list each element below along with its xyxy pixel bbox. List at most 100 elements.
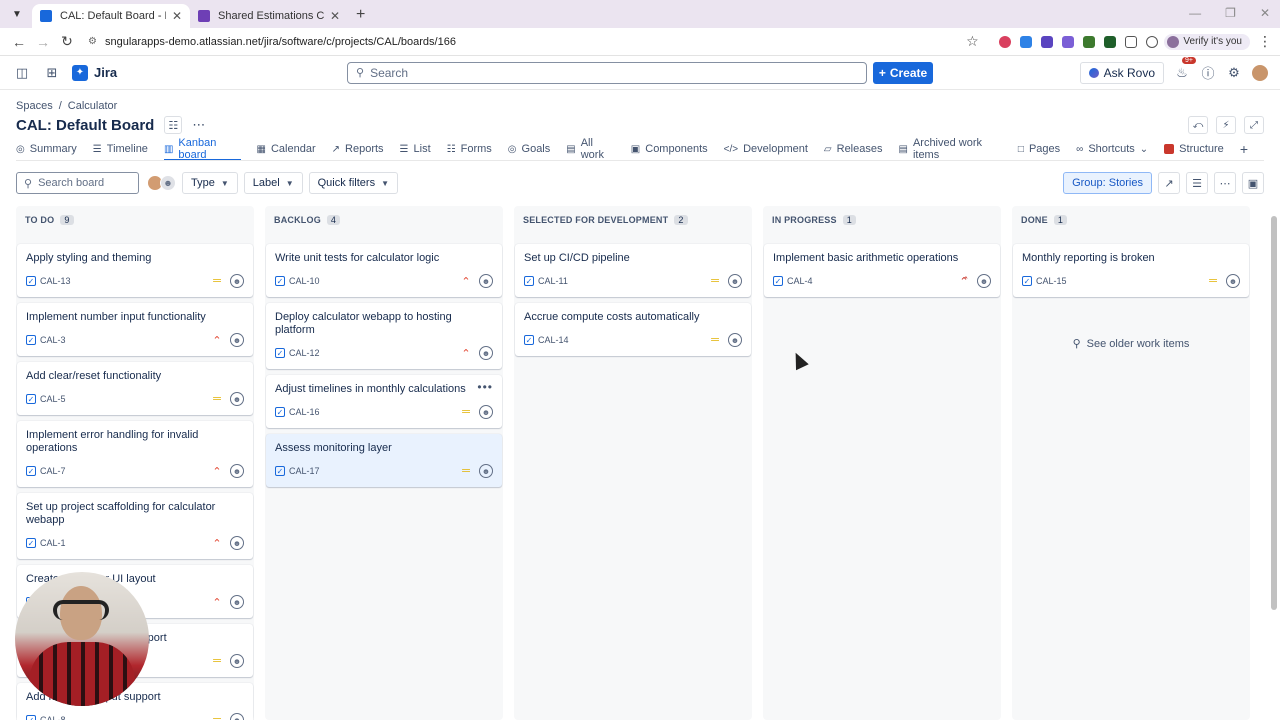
forward-icon[interactable]: → — [32, 34, 54, 50]
assignee-avatar-icon[interactable]: ☻ — [479, 464, 493, 478]
profile-verify-button[interactable]: Verify it's you — [1164, 33, 1250, 50]
tab-all-work[interactable]: ▤ All work — [566, 137, 615, 161]
tab-timeline[interactable]: ☰ Timeline — [93, 140, 148, 158]
url-field[interactable]: ⚙ sngularapps-demo.atlassian.net/jira/so… — [80, 31, 961, 53]
quick-filters-button[interactable]: Quick filters ▼ — [308, 172, 399, 194]
assignee-avatar-icon[interactable]: ☻ — [728, 333, 742, 347]
unassigned-avatar-icon[interactable]: ☻ — [160, 175, 176, 191]
issue-key[interactable]: CAL-4 — [787, 276, 813, 286]
tab-forms[interactable]: ☷ Forms — [447, 140, 492, 158]
close-window-icon[interactable]: ✕ — [1260, 6, 1270, 20]
work-item-card[interactable]: Set up project scaffolding for calculato… — [17, 493, 253, 559]
tab-pages[interactable]: □ Pages — [1018, 140, 1060, 158]
assignee-avatar-icon[interactable]: ☻ — [479, 274, 493, 288]
tab-calendar[interactable]: ▦ Calendar — [257, 140, 316, 158]
assignee-avatar-icon[interactable]: ☻ — [230, 536, 244, 550]
extension-icon[interactable] — [1020, 35, 1033, 48]
work-item-card[interactable]: Assess monitoring layer ✓ CAL-17 ═ ☻ — [266, 434, 502, 487]
close-tab-icon[interactable]: ✕ — [172, 9, 182, 23]
assignee-filter[interactable]: ☻ — [147, 175, 176, 191]
help-icon[interactable]: ⓘ — [1200, 63, 1216, 82]
issue-key[interactable]: CAL-12 — [289, 348, 320, 358]
browser-tab[interactable]: CAL: Default Board - Kanban Bo ✕ — [32, 4, 190, 28]
more-actions-icon[interactable]: ⋯ — [192, 117, 205, 133]
more-options-icon[interactable]: ⋯ — [1214, 172, 1236, 194]
close-tab-icon[interactable]: ✕ — [330, 9, 340, 23]
work-item-card[interactable]: Add clear/reset functionality ✓ CAL-5 ═ ☻ — [17, 362, 253, 415]
work-item-card[interactable]: Monthly reporting is broken ✓ CAL-15 ═ ☻ — [1013, 244, 1249, 297]
scrollbar-thumb[interactable] — [1271, 216, 1277, 610]
browser-menu-icon[interactable]: ⋮ — [1258, 33, 1272, 50]
work-item-card[interactable]: Set up CI/CD pipeline ✓ CAL-11 ═ ☻ — [515, 244, 751, 297]
assignee-avatar-icon[interactable]: ☻ — [230, 464, 244, 478]
assignee-avatar-icon[interactable]: ☻ — [230, 333, 244, 347]
issue-key[interactable]: CAL-15 — [1036, 276, 1067, 286]
work-item-card[interactable]: Implement error handling for invalid ope… — [17, 421, 253, 487]
browser-tab[interactable]: Shared Estimations Cloud - Sha ✕ — [190, 4, 348, 28]
assignee-avatar-icon[interactable]: ☻ — [230, 713, 244, 720]
assignee-avatar-icon[interactable]: ☻ — [977, 274, 991, 288]
add-tab-icon[interactable]: + — [1240, 140, 1248, 158]
issue-key[interactable]: CAL-10 — [289, 276, 320, 286]
user-avatar[interactable] — [1252, 64, 1268, 81]
puzzle-icon[interactable] — [1125, 35, 1138, 48]
issue-key[interactable]: CAL-16 — [289, 407, 320, 417]
sidebar-toggle-icon[interactable]: ◫ — [12, 65, 32, 81]
app-switcher-icon[interactable]: ⊞ — [42, 65, 62, 81]
assignee-avatar-icon[interactable]: ☻ — [728, 274, 742, 288]
reload-icon[interactable]: ↻ — [56, 33, 78, 50]
assignee-avatar-icon[interactable]: ☻ — [479, 346, 493, 360]
tab-list[interactable]: ☰ List — [400, 140, 431, 158]
breadcrumb-spaces[interactable]: Spaces — [16, 100, 53, 112]
assignee-avatar-icon[interactable]: ☻ — [479, 405, 493, 419]
assignee-avatar-icon[interactable]: ☻ — [1226, 274, 1240, 288]
tab-search-icon[interactable]: ▼ — [8, 5, 26, 23]
board-team-icon[interactable]: ☷ — [164, 116, 183, 134]
sync-icon[interactable] — [1146, 35, 1159, 48]
fullscreen-icon[interactable]: ⤢ — [1244, 116, 1264, 134]
breadcrumb-project[interactable]: Calculator — [68, 100, 118, 112]
restore-icon[interactable]: ❐ — [1225, 6, 1236, 20]
settings-gear-icon[interactable]: ⚙ — [1226, 65, 1242, 81]
work-item-card[interactable]: Adjust timelines in monthly calculations… — [266, 375, 502, 428]
tab-summary[interactable]: ◎ Summary — [16, 140, 77, 158]
create-button[interactable]: + Create — [873, 61, 933, 84]
label-filter-button[interactable]: Label ▼ — [243, 172, 303, 194]
issue-key[interactable]: CAL-8 — [40, 715, 66, 720]
issue-key[interactable]: CAL-11 — [538, 276, 568, 286]
tab-releases[interactable]: ▱ Releases — [824, 140, 883, 158]
work-item-card[interactable]: Implement number input functionality ✓ CAL… — [17, 303, 253, 356]
app-name[interactable]: Jira — [94, 65, 117, 80]
issue-key[interactable]: CAL-1 — [40, 538, 66, 548]
issue-key[interactable]: CAL-7 — [40, 466, 66, 476]
issue-key[interactable]: CAL-17 — [289, 466, 320, 476]
issue-key[interactable]: CAL-3 — [40, 335, 66, 345]
ask-rovo-button[interactable]: Ask Rovo — [1079, 61, 1164, 84]
tab-kanban-board[interactable]: ▥ Kanban board — [163, 137, 241, 161]
work-item-card[interactable]: Implement basic arithmetic operations ✓ CA… — [764, 244, 1000, 297]
assignee-avatar-icon[interactable]: ☻ — [230, 654, 244, 668]
automation-lightning-icon[interactable]: ⚡ — [1216, 116, 1236, 134]
minimize-icon[interactable]: — — [1189, 6, 1201, 20]
work-item-card[interactable]: Deploy calculator webapp to hosting plat… — [266, 303, 502, 369]
insights-chart-icon[interactable]: ↗ — [1158, 172, 1180, 194]
see-older-work-items-link[interactable]: ⚲ See older work items — [1013, 337, 1249, 351]
assignee-avatar-icon[interactable]: ☻ — [230, 274, 244, 288]
tab-development[interactable]: </> Development — [724, 140, 808, 158]
global-search-input[interactable]: ⚲ Search — [347, 61, 867, 84]
notifications-icon[interactable]: ♨ 9+ — [1174, 56, 1196, 81]
extension-icon[interactable] — [999, 35, 1012, 48]
search-board-input[interactable]: ⚲ Search board — [16, 172, 139, 194]
tab-shortcuts[interactable]: ∞ Shortcuts ⌄ — [1076, 140, 1148, 158]
share-icon[interactable]: ⤺ — [1188, 116, 1208, 134]
issue-key[interactable]: CAL-14 — [538, 335, 569, 345]
issue-key[interactable]: CAL-5 — [40, 394, 66, 404]
card-menu-icon[interactable]: ••• — [477, 380, 493, 394]
board-scrollbar[interactable] — [1270, 206, 1278, 720]
tab-archived-work-items[interactable]: ▤ Archived work items — [898, 137, 1001, 161]
tab-components[interactable]: ▣ Components — [631, 140, 708, 158]
work-item-card[interactable]: Accrue compute costs automatically ✓ CAL-1… — [515, 303, 751, 356]
assignee-avatar-icon[interactable]: ☻ — [230, 392, 244, 406]
bookmark-star-icon[interactable]: ☆ — [961, 33, 983, 50]
panel-toggle-icon[interactable]: ▣ — [1242, 172, 1264, 194]
